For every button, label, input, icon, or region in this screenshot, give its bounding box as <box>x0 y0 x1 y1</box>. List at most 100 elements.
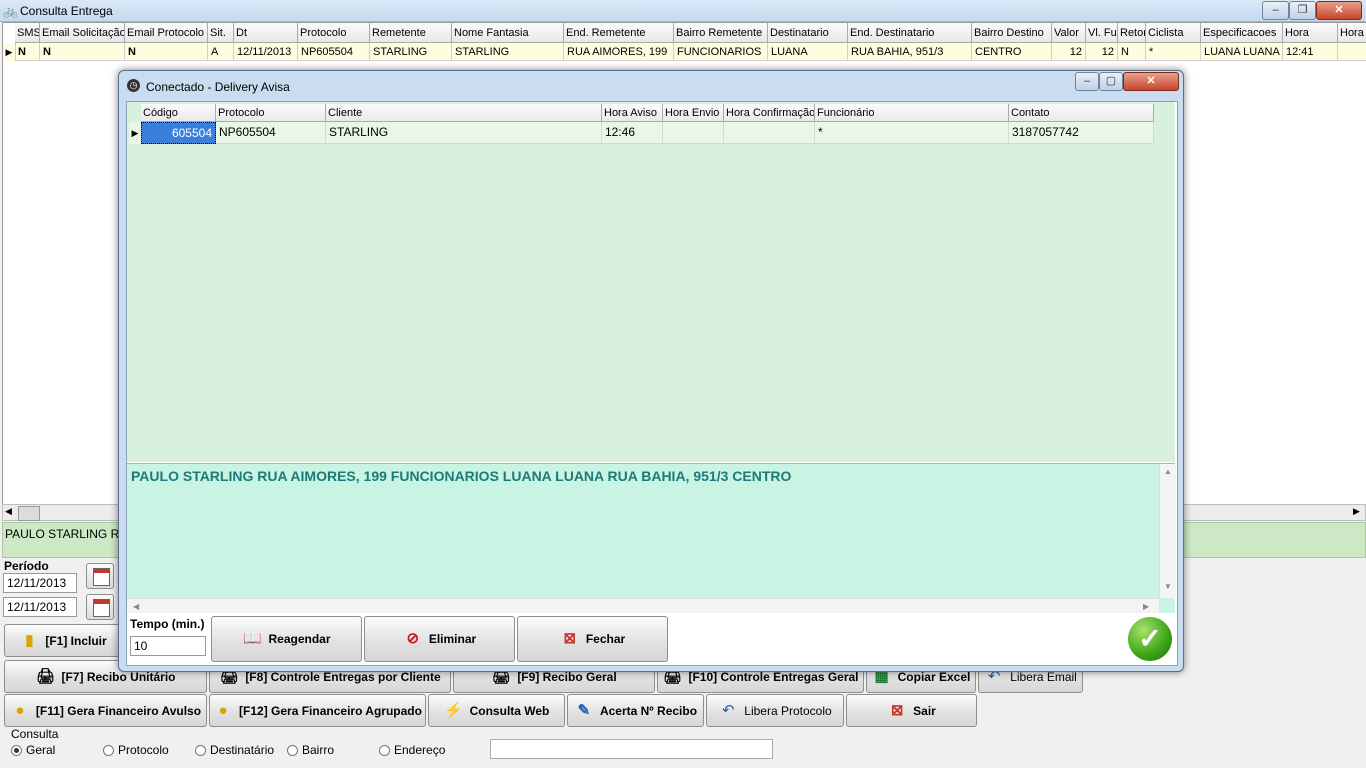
column-header[interactable]: Funcionário <box>815 104 1009 122</box>
column-header[interactable]: Código <box>141 104 216 122</box>
table-cell[interactable]: N <box>1118 43 1146 61</box>
gera-financeiro-agrupado-button[interactable]: ● [F12] Gera Financeiro Agrupado <box>209 694 426 727</box>
scroll-up-icon[interactable]: ▲ <box>1164 467 1172 476</box>
tempo-input[interactable]: 10 <box>130 636 206 656</box>
dialog-minimize-button[interactable]: – <box>1075 72 1099 91</box>
table-cell[interactable]: STARLING <box>452 43 564 61</box>
column-header[interactable]: Nome Fantasia <box>452 23 564 43</box>
scroll-left-icon[interactable]: ◀ <box>133 602 139 611</box>
table-cell[interactable]: 12:41 <box>1283 43 1338 61</box>
minimize-button[interactable]: – <box>1262 1 1289 20</box>
table-cell[interactable]: NP605504 <box>216 122 326 144</box>
consulta-label: Consulta <box>11 727 59 741</box>
radio-bairro[interactable]: Bairro <box>287 743 334 757</box>
open-book-icon: 📖 <box>243 630 262 647</box>
maximize-button[interactable]: ❐ <box>1289 1 1316 20</box>
column-header[interactable]: Especificacoes <box>1201 23 1283 43</box>
table-cell[interactable]: NP605504 <box>298 43 370 61</box>
gera-financeiro-avulso-button[interactable]: ● [F11] Gera Financeiro Avulso <box>4 694 207 727</box>
table-cell[interactable]: * <box>1146 43 1201 61</box>
column-header[interactable]: Cliente <box>326 104 602 122</box>
table-cell[interactable]: RUA AIMORES, 199 <box>564 43 674 61</box>
table-cell[interactable]: 605504 <box>141 122 216 144</box>
main-title-bar: 🚲 Consulta Entrega – ❐ ✕ <box>0 0 1366 22</box>
table-cell[interactable] <box>724 122 815 144</box>
column-header[interactable]: Ciclista <box>1146 23 1201 43</box>
radio-endereco[interactable]: Endereço <box>379 743 445 757</box>
dialog-close-button[interactable]: ✕ <box>1123 72 1179 91</box>
column-header[interactable]: Email Protocolo <box>125 23 208 43</box>
table-cell[interactable]: LUANA LUANA <box>1201 43 1283 61</box>
table-cell[interactable]: N <box>40 43 125 61</box>
dialog-memo[interactable]: PAULO STARLING RUA AIMORES, 199 FUNCIONA… <box>127 463 1176 615</box>
table-cell[interactable]: RUA BAHIA, 951/3 <box>848 43 972 61</box>
scroll-right-icon[interactable]: ▶ <box>1353 506 1360 517</box>
column-header[interactable]: Protocolo <box>216 104 326 122</box>
column-header[interactable]: Protocolo <box>298 23 370 43</box>
scroll-left-icon[interactable]: ◀ <box>5 506 12 517</box>
table-cell[interactable]: STARLING <box>370 43 452 61</box>
table-cell[interactable]: * <box>815 122 1009 144</box>
acerta-recibo-button[interactable]: ✎ Acerta Nº Recibo <box>567 694 704 727</box>
column-header[interactable]: Hora <box>1283 23 1338 43</box>
scroll-thumb[interactable] <box>18 506 40 521</box>
table-cell[interactable] <box>1338 43 1366 61</box>
coins-icon: ● <box>15 701 25 719</box>
scroll-right-icon[interactable]: ▶ <box>1143 602 1149 611</box>
reagendar-button[interactable]: 📖 Reagendar <box>211 616 362 662</box>
memo-vertical-scrollbar[interactable]: ▲ ▼ <box>1159 464 1176 598</box>
scroll-down-icon[interactable]: ▼ <box>1164 582 1172 591</box>
column-header[interactable]: Valor <box>1052 23 1086 43</box>
radio-destinatario[interactable]: Destinatário <box>195 743 274 757</box>
column-header[interactable]: Destinatario <box>768 23 848 43</box>
table-cell[interactable]: 12 <box>1086 43 1118 61</box>
table-cell[interactable] <box>663 122 724 144</box>
table-cell[interactable]: N <box>15 43 40 61</box>
table-cell[interactable]: FUNCIONARIOS <box>674 43 768 61</box>
radio-protocolo[interactable]: Protocolo <box>103 743 169 757</box>
column-header[interactable]: Contato <box>1009 104 1154 122</box>
column-header[interactable]: Email Solicitação <box>40 23 125 43</box>
column-header[interactable]: End. Destinatario <box>848 23 972 43</box>
table-cell[interactable]: A <box>208 43 234 61</box>
table-cell[interactable]: STARLING <box>326 122 602 144</box>
fechar-button[interactable]: ⊠ Fechar <box>517 616 668 662</box>
sair-button[interactable]: ⊠ Sair <box>846 694 977 727</box>
table-cell[interactable]: 3187057742 <box>1009 122 1154 144</box>
incluir-button[interactable]: ▮ [F1] Incluir <box>4 624 122 657</box>
plug-icon: ⚡ <box>444 701 463 719</box>
column-header[interactable]: Sit. <box>208 23 234 43</box>
table-cell[interactable]: 12/11/2013 <box>234 43 298 61</box>
column-header[interactable]: Remetente <box>370 23 452 43</box>
confirm-check-button[interactable]: ✓ <box>1128 617 1172 661</box>
table-cell[interactable]: N <box>125 43 208 61</box>
column-header[interactable]: Vl. Fu <box>1086 23 1118 43</box>
table-cell[interactable]: CENTRO <box>972 43 1052 61</box>
column-header[interactable]: Bairro Remetente <box>674 23 768 43</box>
search-input[interactable] <box>490 739 773 759</box>
libera-protocolo-button[interactable]: ↶ Libera Protocolo <box>706 694 844 727</box>
close-button[interactable]: ✕ <box>1316 1 1362 20</box>
column-header[interactable]: Hora Confirmação <box>724 104 815 122</box>
column-header[interactable]: Hora <box>1338 23 1366 43</box>
table-cell[interactable]: LUANA <box>768 43 848 61</box>
consulta-web-button[interactable]: ⚡ Consulta Web <box>428 694 565 727</box>
column-header[interactable]: SMS <box>15 23 40 43</box>
dialog-maximize-button[interactable]: ▢ <box>1099 72 1123 91</box>
add-document-icon: ▮ <box>25 631 34 649</box>
radio-geral[interactable]: Geral <box>11 743 55 757</box>
column-header[interactable]: Retor <box>1118 23 1146 43</box>
date-from-field[interactable]: 12/11/2013 <box>3 573 77 593</box>
column-header[interactable]: Hora Aviso <box>602 104 663 122</box>
column-header[interactable]: End. Remetente <box>564 23 674 43</box>
column-header[interactable]: Hora Envio <box>663 104 724 122</box>
calendar-from-button[interactable] <box>86 563 114 589</box>
table-cell[interactable]: 12:46 <box>602 122 663 144</box>
table-cell[interactable]: 12 <box>1052 43 1086 61</box>
column-header[interactable]: Bairro Destino <box>972 23 1052 43</box>
column-header[interactable]: Dt <box>234 23 298 43</box>
eliminar-button[interactable]: ⊘ Eliminar <box>364 616 515 662</box>
calendar-to-button[interactable] <box>86 594 114 620</box>
dialog-grid[interactable]: Código Protocolo Cliente Hora Aviso Hora Env… <box>127 102 1175 462</box>
date-to-field[interactable]: 12/11/2013 <box>3 597 77 617</box>
